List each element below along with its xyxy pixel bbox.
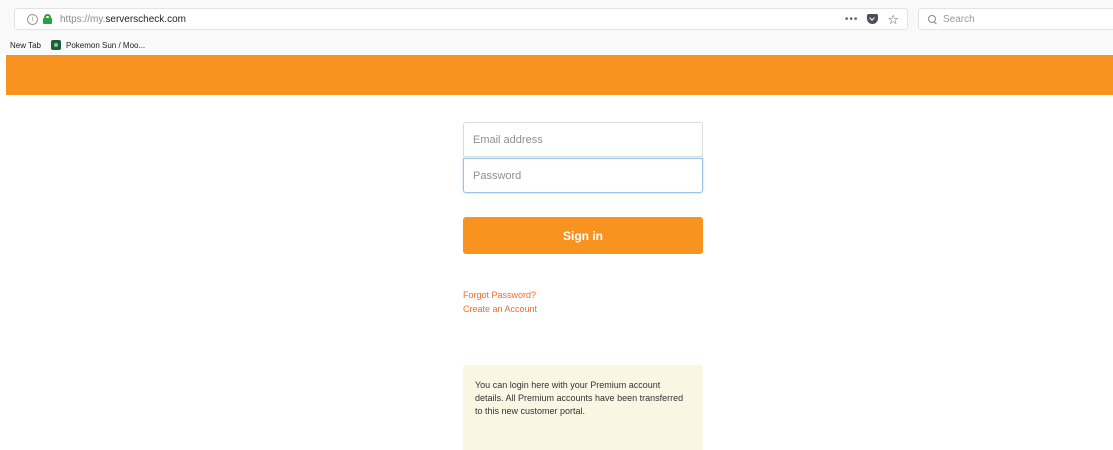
more-actions-icon[interactable]: ••• (845, 14, 859, 25)
browser-search-box[interactable]: Search (918, 8, 1113, 30)
bookmark-star-icon[interactable]: ☆ (887, 13, 899, 26)
pocket-icon[interactable] (867, 14, 879, 24)
forgot-password-link[interactable]: Forgot Password? (463, 288, 537, 302)
browser-toolbar: i https://my.serverscheck.com ••• ☆ Sear… (0, 0, 1113, 36)
sign-in-button[interactable]: Sign in (463, 217, 703, 254)
url-actions: ••• ☆ (845, 9, 899, 29)
login-form (463, 122, 703, 193)
lock-icon[interactable] (43, 14, 52, 24)
bookmark-pokemon-label: Pokemon Sun / Moo... (65, 40, 146, 50)
url-scheme: https://my. (60, 13, 106, 25)
password-field[interactable] (463, 158, 703, 193)
site-header-bar (6, 55, 1113, 95)
url-text[interactable]: https://my.serverscheck.com (60, 14, 186, 25)
pokemon-favicon-icon (50, 40, 61, 50)
premium-notice-text: You can login here with your Premium acc… (475, 380, 684, 416)
bookmark-pokemon[interactable]: Pokemon Sun / Moo... (50, 40, 146, 50)
create-account-link[interactable]: Create an Account (463, 302, 537, 316)
address-bar[interactable]: i https://my.serverscheck.com ••• ☆ (14, 8, 908, 30)
site-info-icon[interactable]: i (27, 13, 38, 25)
url-host: serverscheck.com (105, 13, 186, 25)
search-icon (928, 14, 937, 24)
premium-notice: You can login here with your Premium acc… (463, 365, 703, 450)
account-links: Forgot Password? Create an Account (463, 288, 537, 316)
search-placeholder: Search (943, 13, 975, 25)
bookmark-new-tab[interactable]: New Tab (10, 41, 41, 50)
bookmarks-bar: New Tab Pokemon Sun / Moo... (0, 36, 1113, 54)
email-field[interactable] (463, 122, 703, 157)
